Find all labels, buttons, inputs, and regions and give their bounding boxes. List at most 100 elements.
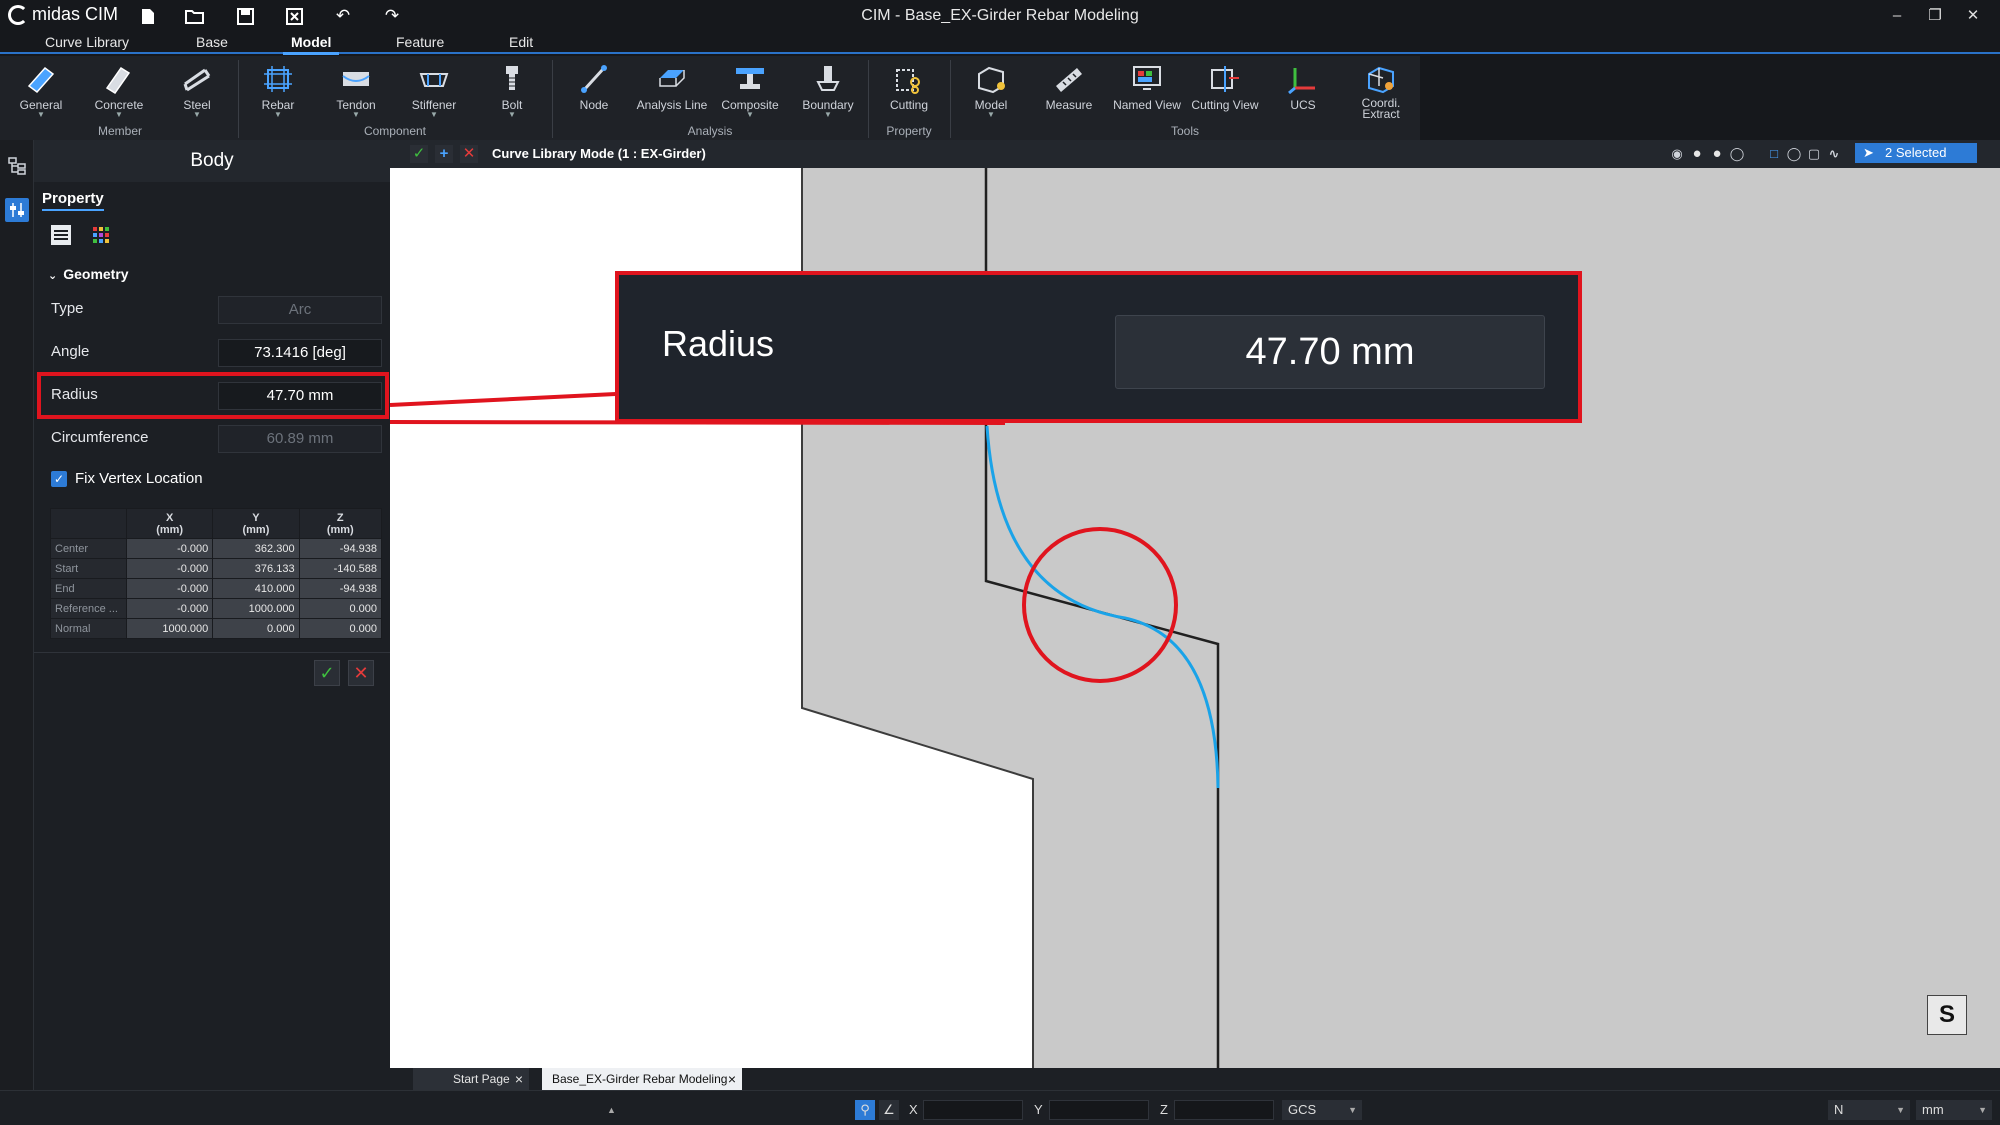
model-icon — [974, 62, 1008, 96]
stiffener-icon — [417, 62, 451, 96]
close-file-icon[interactable] — [283, 5, 305, 27]
cell-x[interactable]: -0.000 — [125, 538, 214, 559]
undo-icon[interactable]: ↶ — [332, 5, 354, 27]
property-panel-icon[interactable] — [5, 198, 29, 222]
cell-x[interactable]: -0.000 — [125, 598, 214, 619]
coordi-extract-button[interactable]: Coordi. Extract — [1345, 62, 1417, 120]
tendon-button[interactable]: Tendon ▼ — [320, 62, 392, 119]
view-cube-icon[interactable]: ◉ — [1668, 145, 1686, 163]
cell-z[interactable]: -94.938 — [298, 578, 383, 599]
table-row[interactable]: Start -0.000 376.133 -140.588 — [50, 558, 383, 579]
steel-button[interactable]: Steel ▼ — [161, 62, 233, 119]
table-row[interactable]: Reference ... -0.000 1000.000 0.000 — [50, 598, 383, 619]
cell-z[interactable]: -140.588 — [298, 558, 383, 579]
group-member: Member — [97, 124, 142, 138]
cell-x[interactable]: -0.000 — [125, 558, 214, 579]
collapse-caret-icon[interactable]: ▲ — [607, 1100, 616, 1120]
new-file-icon[interactable] — [137, 5, 159, 27]
length-unit-select[interactable]: mm ▼ — [1916, 1100, 1992, 1120]
cell-y[interactable]: 0.000 — [212, 618, 300, 639]
model-button[interactable]: Model ▼ — [955, 62, 1027, 119]
type-field: Arc — [218, 296, 382, 324]
add-mode-icon[interactable]: + — [435, 145, 453, 163]
row-name: Center — [50, 538, 127, 559]
close-tab-icon[interactable]: × — [515, 1068, 523, 1090]
x-coordinate-input[interactable] — [923, 1100, 1023, 1120]
grid-color-icon[interactable] — [90, 224, 112, 246]
tab-property[interactable]: Property — [42, 190, 104, 211]
chevron-down-icon: ▼ — [1348, 1105, 1357, 1115]
cell-z[interactable]: -94.938 — [298, 538, 383, 559]
shaded-icon[interactable]: ● — [1688, 145, 1706, 163]
cell-y[interactable]: 362.300 — [212, 538, 300, 559]
tab-base-ex-girder[interactable]: Base_EX-Girder Rebar Modeling × — [542, 1068, 742, 1090]
composite-button[interactable]: Composite ▼ — [714, 62, 786, 119]
ucs-icon — [1286, 62, 1320, 96]
angle-toggle-icon[interactable]: ∠ — [879, 1100, 899, 1120]
force-unit-select[interactable]: N ▼ — [1828, 1100, 1910, 1120]
close-window-icon[interactable]: ✕ — [1958, 4, 1988, 28]
cell-y[interactable]: 376.133 — [212, 558, 300, 579]
tab-edit[interactable]: Edit — [509, 34, 533, 50]
bolt-button[interactable]: Bolt ▼ — [476, 62, 548, 119]
cancel-button[interactable]: ✕ — [348, 660, 374, 686]
z-coordinate-input[interactable] — [1174, 1100, 1274, 1120]
wireframe-icon[interactable]: ◯ — [1728, 145, 1746, 163]
table-row[interactable]: Normal 1000.000 0.000 0.000 — [50, 618, 383, 639]
minimize-icon[interactable]: – — [1882, 4, 1912, 28]
boundary-icon — [811, 62, 845, 96]
polygon-select-icon[interactable]: ▢ — [1805, 145, 1823, 163]
measure-button[interactable]: Measure — [1033, 62, 1105, 112]
boundary-button[interactable]: Boundary ▼ — [792, 62, 864, 119]
node-button[interactable]: Node — [558, 62, 630, 112]
ok-button[interactable]: ✓ — [314, 660, 340, 686]
snap-indicator[interactable]: S — [1927, 995, 1967, 1035]
close-tab-icon[interactable]: × — [728, 1068, 736, 1090]
cutting-button[interactable]: Cutting — [873, 62, 945, 112]
save-icon[interactable] — [234, 5, 256, 27]
checkbox-checked-icon[interactable]: ✓ — [51, 470, 67, 487]
fix-vertex-checkbox-row[interactable]: ✓ Fix Vertex Location — [51, 470, 203, 487]
cell-y[interactable]: 1000.000 — [212, 598, 300, 619]
radius-highlight-box — [37, 372, 389, 419]
angle-field[interactable]: 73.1416 [deg] — [218, 339, 382, 367]
analysis-line-button[interactable]: Analysis Line — [636, 62, 708, 112]
tab-curve-library[interactable]: Curve Library — [45, 34, 129, 50]
cancel-mode-icon[interactable]: ✕ — [460, 145, 478, 163]
left-icon-strip — [0, 140, 34, 1090]
table-row[interactable]: Center -0.000 362.300 -94.938 — [50, 538, 383, 559]
named-view-button[interactable]: Named View — [1111, 62, 1183, 112]
table-row[interactable]: End -0.000 410.000 -94.938 — [50, 578, 383, 599]
general-button[interactable]: General ▼ — [5, 62, 77, 119]
tree-view-icon[interactable] — [5, 154, 29, 178]
curve-select-icon[interactable]: ∿ — [1825, 145, 1843, 163]
geometry-section[interactable]: ⌄ Geometry — [48, 266, 129, 282]
circle-select-icon[interactable]: ◯ — [1785, 145, 1803, 163]
concrete-button[interactable]: Concrete ▼ — [83, 62, 155, 119]
coordinate-system-select[interactable]: GCS ▼ — [1282, 1100, 1362, 1120]
snap-toggle-icon[interactable]: ⚲ — [855, 1100, 875, 1120]
cell-z[interactable]: 0.000 — [298, 618, 383, 639]
tab-model[interactable]: Model — [282, 34, 341, 55]
x-label: X — [909, 1102, 918, 1117]
redo-icon[interactable]: ↷ — [381, 5, 403, 27]
shaded-edge-icon[interactable]: ● — [1708, 145, 1726, 163]
ucs-button[interactable]: UCS — [1267, 62, 1339, 112]
cell-y[interactable]: 410.000 — [212, 578, 300, 599]
cell-z[interactable]: 0.000 — [298, 598, 383, 619]
tab-feature[interactable]: Feature — [396, 34, 444, 50]
cutting-view-button[interactable]: Cutting View — [1189, 62, 1261, 112]
ribbon: General ▼ Concrete ▼ Steel ▼ Rebar ▼ Tendon ▼… — [0, 56, 1420, 140]
y-coordinate-input[interactable] — [1049, 1100, 1149, 1120]
cell-x[interactable]: 1000.000 — [125, 618, 214, 639]
open-folder-icon[interactable] — [184, 5, 206, 27]
stiffener-button[interactable]: Stiffener ▼ — [398, 62, 470, 119]
tab-start-page[interactable]: Start Page × — [413, 1068, 529, 1090]
cell-x[interactable]: -0.000 — [125, 578, 214, 599]
confirm-mode-icon[interactable]: ✓ — [410, 145, 428, 163]
box-select-icon[interactable]: □ — [1765, 145, 1783, 163]
tab-base[interactable]: Base — [196, 34, 228, 50]
rebar-button[interactable]: Rebar ▼ — [242, 62, 314, 119]
table-view-icon[interactable] — [50, 224, 72, 246]
restore-icon[interactable]: ❐ — [1920, 4, 1950, 28]
